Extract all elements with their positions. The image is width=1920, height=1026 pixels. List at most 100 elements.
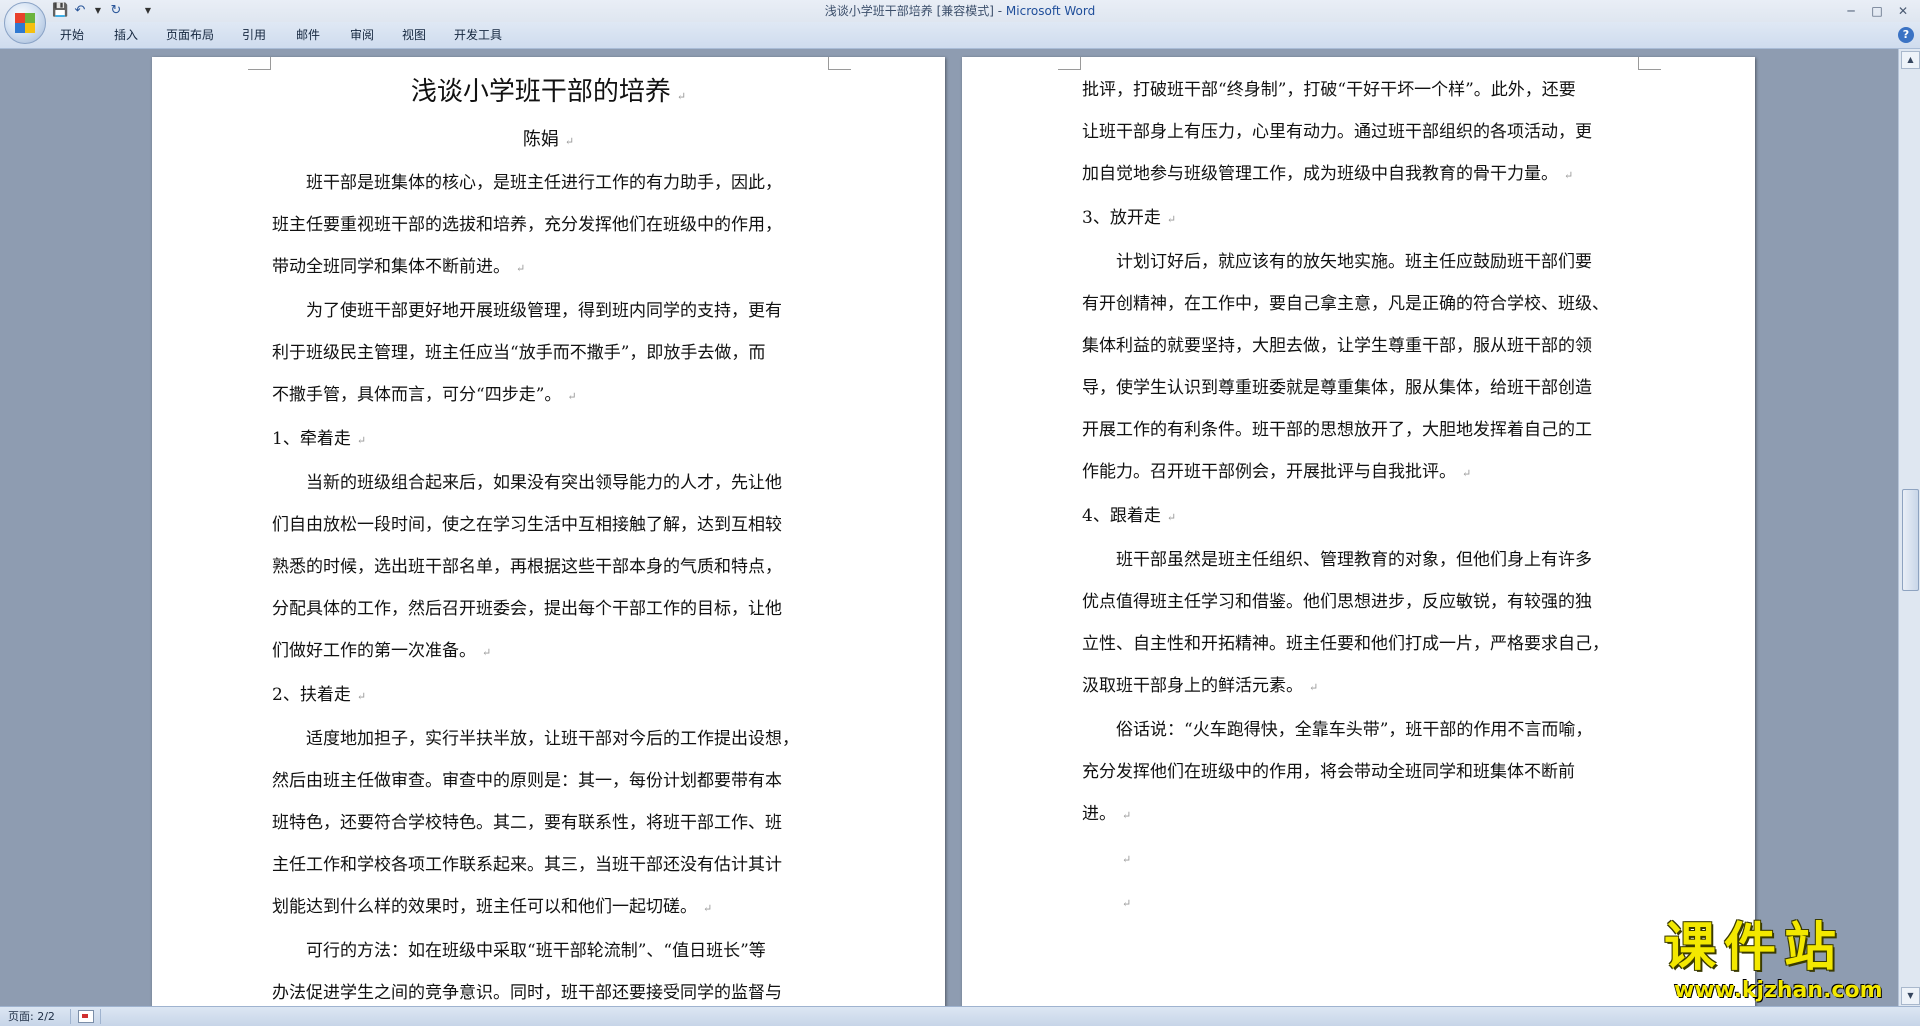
paragraph-mark: ↵ <box>1462 467 1472 480</box>
document-line[interactable]: 主任工作和学校各项工作联系起来。其三，当班干部还没有估计其计 <box>272 844 825 886</box>
office-logo-icon <box>15 13 35 33</box>
scroll-thumb[interactable] <box>1902 489 1919 591</box>
document-line[interactable]: 然后由班主任做审查。审查中的原则是：其一，每份计划都要带有本 <box>272 760 825 802</box>
document-line[interactable]: 批评，打破班干部“终身制”，打破“干好干坏一个样”。此外，还要 <box>1082 69 1635 111</box>
line-text: 俗话说：“火车跑得快，全靠车头带”，班干部的作用不言而喻， <box>1116 720 1593 740</box>
line-text: 主任工作和学校各项工作联系起来。其三，当班干部还没有估计其计 <box>272 855 782 875</box>
line-text: 计划订好后，就应该有的放矢地实施。班主任应鼓励班干部们要 <box>1116 252 1592 272</box>
document-line[interactable]: 加自觉地参与班级管理工作，成为班级中自我教育的骨干力量。 ↵ <box>1082 153 1635 197</box>
line-text: 们自由放松一段时间，使之在学习生活中互相接触了解，达到互相较 <box>272 515 782 535</box>
document-line[interactable]: 不撒手管，具体而言，可分“四步走”。 ↵ <box>272 374 825 418</box>
crop-mark <box>828 57 851 70</box>
close-button[interactable]: ✕ <box>1890 2 1916 20</box>
document-line[interactable]: 作能力。召开班干部例会，开展批评与自我批评。 ↵ <box>1082 451 1635 495</box>
document-line[interactable]: 进。 ↵ <box>1082 793 1635 837</box>
document-line[interactable]: 们自由放松一段时间，使之在学习生活中互相接触了解，达到互相较 <box>272 504 825 546</box>
document-line[interactable]: 利于班级民主管理，班主任应当“放手而不撒手”，即放手去做，而 <box>272 332 825 374</box>
paragraph-mark: ↵ <box>1166 213 1177 226</box>
document-line[interactable]: 导，使学生认识到尊重班委就是尊重集体，服从集体，给班干部创造 <box>1082 367 1635 409</box>
document-line[interactable]: 汲取班干部身上的鲜活元素。 ↵ <box>1082 665 1635 709</box>
document-line[interactable]: ↵ <box>1082 837 1635 881</box>
line-text: 不撒手管，具体而言，可分“四步走”。 <box>272 385 562 405</box>
tab-mailings[interactable]: 邮件 <box>296 26 320 44</box>
document-title-text: 浅谈小学班干部的培养 <box>410 77 671 107</box>
tab-home[interactable]: 开始 <box>60 26 84 44</box>
line-text: 作能力。召开班干部例会，开展批评与自我批评。 <box>1082 462 1456 482</box>
minimize-button[interactable]: ─ <box>1838 2 1864 20</box>
tab-references[interactable]: 引用 <box>242 26 266 44</box>
document-line[interactable]: 划能达到什么样的效果时，班主任可以和他们一起切磋。 ↵ <box>272 886 825 930</box>
page-count[interactable]: 页面: 2/2 <box>8 1009 55 1024</box>
office-logo-blue <box>15 23 25 33</box>
document-line[interactable]: 优点值得班主任学习和借鉴。他们思想进步，反应敏锐，有较强的独 <box>1082 581 1635 623</box>
line-text: 1、牵着走 <box>272 429 351 449</box>
page-2-lines: 批评，打破班干部“终身制”，打破“干好干坏一个样”。此外，还要让班干部身上有压力… <box>1082 69 1635 925</box>
tab-view[interactable]: 视图 <box>402 26 426 44</box>
document-line[interactable]: 开展工作的有利条件。班干部的思想放开了，大胆地发挥着自己的工 <box>1082 409 1635 451</box>
office-logo-green <box>25 13 35 23</box>
document-page-1[interactable]: 浅谈小学班干部的培养 ↵ 陈娟 ↵ 班干部是班集体的核心，是班主任进行工作的有力助手… <box>152 57 945 1006</box>
paragraph-mark: ↵ <box>1564 169 1574 182</box>
page-1-text[interactable]: 浅谈小学班干部的培养 ↵ 陈娟 ↵ 班干部是班集体的核心，是班主任进行工作的有力助手… <box>272 69 825 1006</box>
document-line[interactable]: ↵ <box>1082 881 1635 925</box>
vertical-scrollbar[interactable]: ▲ ▼ <box>1898 49 1920 1006</box>
document-line[interactable]: 计划订好后，就应该有的放矢地实施。班主任应鼓励班干部们要 <box>1082 241 1635 283</box>
document-line[interactable]: 熟悉的时候，选出班干部名单，再根据这些干部本身的气质和特点， <box>272 546 825 588</box>
document-line[interactable]: 俗话说：“火车跑得快，全靠车头带”，班干部的作用不言而喻， <box>1082 709 1635 751</box>
page-1-lines: 班干部是班集体的核心，是班主任进行工作的有力助手，因此， 班主任要重视班干部的选拔… <box>272 162 825 1006</box>
document-name: 浅谈小学班干部培养 [兼容模式] - <box>824 4 1006 18</box>
paragraph-mark: ↵ <box>482 646 492 659</box>
paragraph-mark: ↵ <box>703 902 713 915</box>
document-line[interactable]: 适度地加担子，实行半扶半放，让班干部对今后的工作提出设想， <box>272 718 825 760</box>
tab-review[interactable]: 审阅 <box>350 26 374 44</box>
tab-developer[interactable]: 开发工具 <box>454 26 502 44</box>
document-line[interactable]: 班干部虽然是班主任组织、管理教育的对象，但他们身上有许多 <box>1082 539 1635 581</box>
document-line[interactable]: 让班干部身上有压力，心里有动力。通过班干部组织的各项活动，更 <box>1082 111 1635 153</box>
line-text: 3、放开走 <box>1082 208 1161 228</box>
document-line[interactable]: 立性、自主性和开拓精神。班主任要和他们打成一片，严格要求自己， <box>1082 623 1635 665</box>
tab-insert[interactable]: 插入 <box>114 26 138 44</box>
document-line[interactable]: 分配具体的工作，然后召开班委会，提出每个干部工作的目标，让他 <box>272 588 825 630</box>
document-line[interactable]: 办法促进学生之间的竞争意识。同时，班干部还要接受同学的监督与 <box>272 972 825 1006</box>
watermark-logo: 课件站 www.kjzhan.com <box>1664 918 1894 1008</box>
document-workspace[interactable]: 浅谈小学班干部的培养 ↵ 陈娟 ↵ 班干部是班集体的核心，是班主任进行工作的有力助手… <box>0 49 1898 1006</box>
document-author-text: 陈娟 <box>522 129 559 150</box>
document-line[interactable]: 1、牵着走 ↵ <box>272 418 825 462</box>
document-line[interactable]: 带动全班同学和集体不断前进。 ↵ <box>272 246 825 290</box>
line-text: 分配具体的工作，然后召开班委会，提出每个干部工作的目标，让他 <box>272 599 782 619</box>
status-bar: 页面: 2/2 <box>0 1006 1920 1026</box>
line-text: 集体利益的就要坚持，大胆去做，让学生尊重干部，服从班干部的领 <box>1082 336 1592 356</box>
proofing-errors-icon[interactable] <box>78 1010 94 1023</box>
line-text: 让班干部身上有压力，心里有动力。通过班干部组织的各项活动，更 <box>1082 122 1592 142</box>
scroll-down-button[interactable]: ▼ <box>1901 987 1920 1005</box>
document-page-2[interactable]: 批评，打破班干部“终身制”，打破“干好干坏一个样”。此外，还要让班干部身上有压力… <box>962 57 1755 1006</box>
document-line[interactable]: 班干部是班集体的核心，是班主任进行工作的有力助手，因此， <box>272 162 825 204</box>
paragraph-mark: ↵ <box>1122 853 1132 866</box>
paragraph-mark: ↵ <box>356 434 367 447</box>
app-name: Microsoft Word <box>1005 4 1096 18</box>
document-line[interactable]: 集体利益的就要坚持，大胆去做，让学生尊重干部，服从班干部的领 <box>1082 325 1635 367</box>
document-line[interactable]: 班主任要重视班干部的选拔和培养，充分发挥他们在班级中的作用， <box>272 204 825 246</box>
document-line[interactable]: 充分发挥他们在班级中的作用，将会带动全班同学和班集体不断前 <box>1082 751 1635 793</box>
document-line[interactable]: 为了使班干部更好地开展班级管理，得到班内同学的支持，更有 <box>272 290 825 332</box>
office-logo-yellow <box>25 23 35 33</box>
paragraph-mark: ↵ <box>1309 681 1319 694</box>
line-text: 们做好工作的第一次准备。 <box>272 641 476 661</box>
document-line[interactable]: 们做好工作的第一次准备。 ↵ <box>272 630 825 674</box>
document-line[interactable]: 3、放开走 ↵ <box>1082 197 1635 241</box>
maximize-button[interactable]: □ <box>1864 2 1890 20</box>
scroll-up-button[interactable]: ▲ <box>1901 51 1920 69</box>
document-line[interactable]: 当新的班级组合起来后，如果没有突出领导能力的人才，先让他 <box>272 462 825 504</box>
document-line[interactable]: 有开创精神，在工作中，要自己拿主意，凡是正确的符合学校、班级、 <box>1082 283 1635 325</box>
help-icon[interactable]: ? <box>1898 27 1914 43</box>
office-button[interactable] <box>4 2 46 44</box>
office-logo-red <box>15 13 25 23</box>
document-line[interactable]: 可行的方法：如在班级中采取“班干部轮流制”、“值日班长”等 <box>272 930 825 972</box>
document-line[interactable]: 班特色，还要符合学校特色。其二，要有联系性，将班干部工作、班 <box>272 802 825 844</box>
watermark-main-text: 课件站 <box>1664 918 1845 978</box>
line-text: 优点值得班主任学习和借鉴。他们思想进步，反应敏锐，有较强的独 <box>1082 592 1592 612</box>
page-2-text[interactable]: 批评，打破班干部“终身制”，打破“干好干坏一个样”。此外，还要让班干部身上有压力… <box>1082 69 1635 925</box>
tab-page-layout[interactable]: 页面布局 <box>166 26 214 44</box>
document-line[interactable]: 4、跟着走 ↵ <box>1082 495 1635 539</box>
document-line[interactable]: 2、扶着走 ↵ <box>272 674 825 718</box>
